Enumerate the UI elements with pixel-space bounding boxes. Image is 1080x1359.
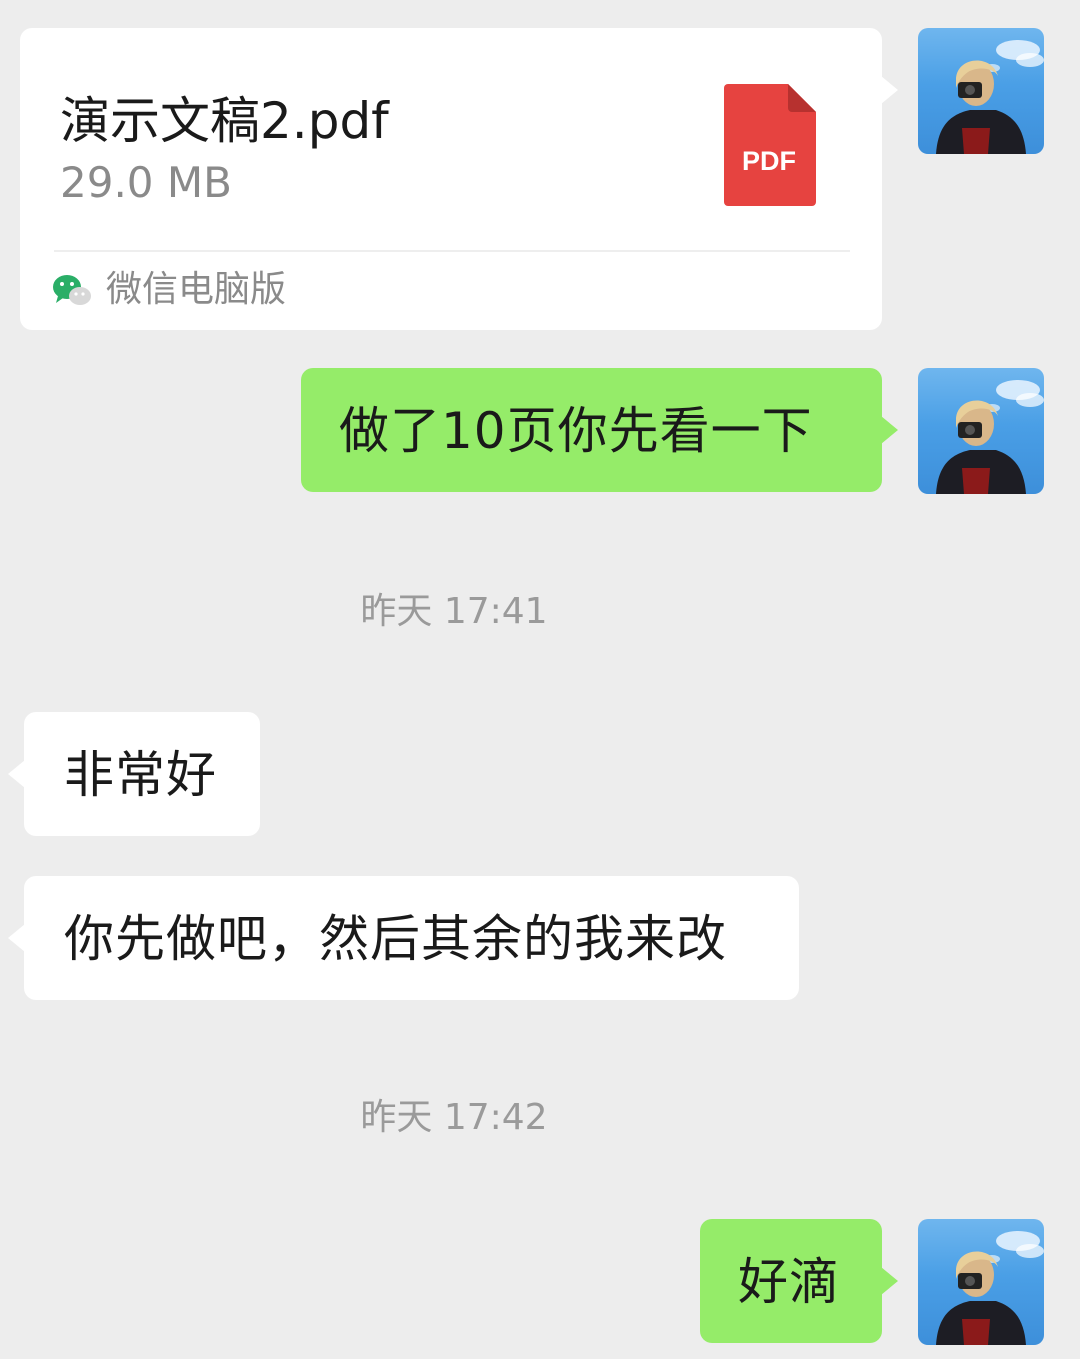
avatar-photo-icon xyxy=(936,1231,1044,1345)
file-source-label: 微信电脑版 xyxy=(106,269,287,310)
message-text: 做了10页你先看一下 xyxy=(339,402,813,460)
my-avatar[interactable] xyxy=(918,368,1044,494)
message-text: 你先做吧，然后其余的我来改 xyxy=(64,910,727,968)
avatar-photo-icon xyxy=(936,380,1044,494)
message-text: 好滴 xyxy=(738,1253,840,1311)
file-size: 29.0 MB xyxy=(60,158,232,207)
chat-area: 演示文稿2.pdf 29.0 MB PDF 微信电脑版 做了10页你先看一下 昨… xyxy=(0,0,1080,1359)
message-bubble[interactable]: 你先做吧，然后其余的我来改 xyxy=(8,876,799,1000)
timestamp: 昨天 17:41 xyxy=(360,591,548,632)
timestamp: 昨天 17:42 xyxy=(360,1097,548,1138)
message-bubble[interactable]: 做了10页你先看一下 xyxy=(301,368,898,492)
message-bubble[interactable]: 好滴 xyxy=(700,1219,898,1343)
avatar-photo-icon xyxy=(936,40,1044,154)
message-bubble[interactable]: 非常好 xyxy=(8,712,260,836)
my-avatar[interactable] xyxy=(918,28,1044,154)
pdf-label: PDF xyxy=(742,146,796,176)
pdf-file-icon: PDF xyxy=(724,84,816,206)
file-name: 演示文稿2.pdf xyxy=(60,92,389,150)
wechat-icon xyxy=(53,275,91,305)
my-avatar[interactable] xyxy=(918,1219,1044,1345)
card-divider xyxy=(54,250,850,252)
message-text: 非常好 xyxy=(64,746,217,804)
file-message-card[interactable]: 演示文稿2.pdf 29.0 MB PDF 微信电脑版 xyxy=(20,28,898,330)
